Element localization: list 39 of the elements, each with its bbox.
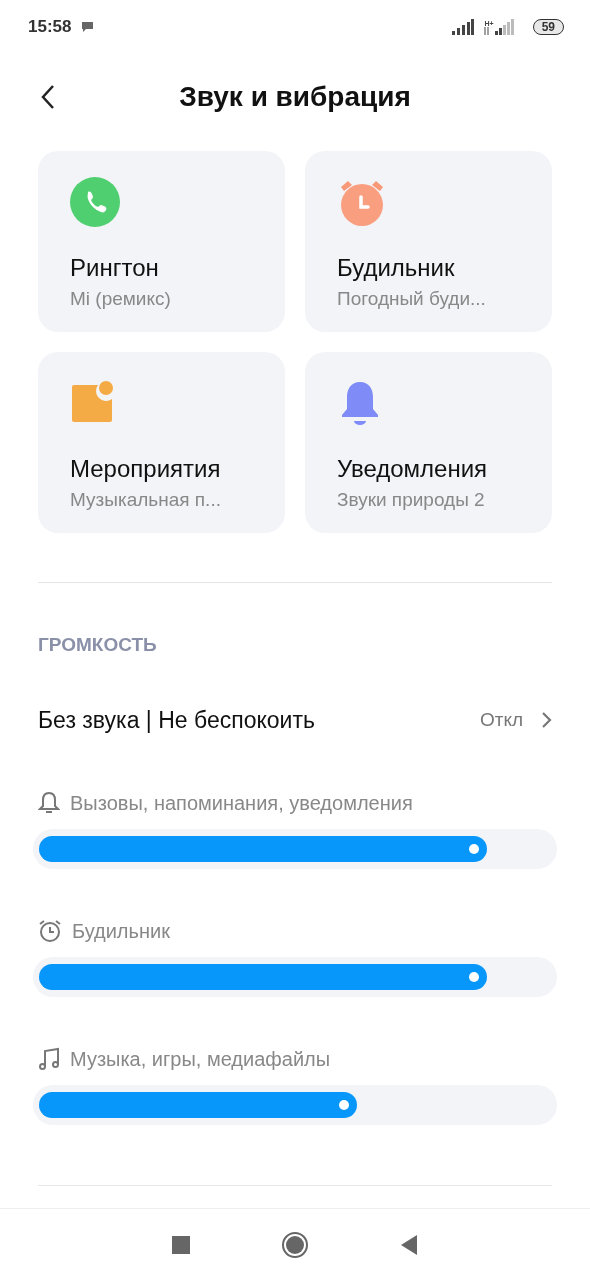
sound-card[interactable]: Мероприятия Музыкальная п... bbox=[38, 352, 285, 533]
message-icon bbox=[81, 21, 95, 33]
volume-slider[interactable] bbox=[33, 829, 557, 869]
dnd-row[interactable]: Без звука | Не беспокоить Откл bbox=[38, 705, 552, 735]
battery-indicator: 59 bbox=[532, 19, 564, 35]
row-value: Откл bbox=[479, 707, 523, 732]
card-title: Будильник bbox=[337, 253, 456, 283]
music-note-icon bbox=[38, 1047, 60, 1071]
card-subtitle: Погодный буди... bbox=[337, 287, 487, 311]
slider-thumb[interactable] bbox=[469, 972, 480, 982]
slider-label: Музыка, игры, медиафайлы bbox=[70, 1047, 331, 1072]
card-title: Рингтон bbox=[70, 253, 160, 283]
volume-slider[interactable] bbox=[33, 957, 557, 997]
volume-slider[interactable] bbox=[33, 1085, 557, 1125]
section-heading: ГРОМКОСТЬ bbox=[38, 633, 158, 657]
sound-card[interactable]: Будильник Погодный буди... bbox=[305, 151, 552, 332]
signal-icon bbox=[494, 19, 515, 35]
chevron-right-icon bbox=[541, 711, 552, 729]
slider-thumb[interactable] bbox=[469, 844, 480, 854]
signal-icon bbox=[452, 19, 475, 35]
phone-icon bbox=[70, 177, 120, 227]
bell-icon bbox=[38, 791, 60, 815]
home-button[interactable] bbox=[282, 1231, 308, 1258]
alarm-clock-icon bbox=[38, 919, 62, 943]
sound-card[interactable]: Рингтон Mi (ремикс) bbox=[38, 151, 285, 332]
slider-thumb[interactable] bbox=[339, 1100, 350, 1110]
card-subtitle: Звуки природы 2 bbox=[337, 488, 486, 512]
row-label: Без звука | Не беспокоить bbox=[38, 705, 315, 735]
page-title: Звук и вибрация bbox=[179, 80, 411, 114]
slider-label: Вызовы, напоминания, уведомления bbox=[70, 791, 413, 816]
card-title: Уведомления bbox=[337, 454, 489, 484]
recent-apps-button[interactable] bbox=[172, 1235, 190, 1254]
sound-card[interactable]: Уведомления Звуки природы 2 bbox=[305, 352, 552, 533]
slider-label: Будильник bbox=[72, 919, 170, 944]
back-nav-button[interactable] bbox=[400, 1233, 418, 1256]
card-subtitle: Mi (ремикс) bbox=[70, 287, 172, 311]
card-subtitle: Музыкальная п... bbox=[70, 488, 222, 512]
card-title: Мероприятия bbox=[70, 454, 222, 484]
status-time: 15:58 bbox=[28, 16, 72, 39]
